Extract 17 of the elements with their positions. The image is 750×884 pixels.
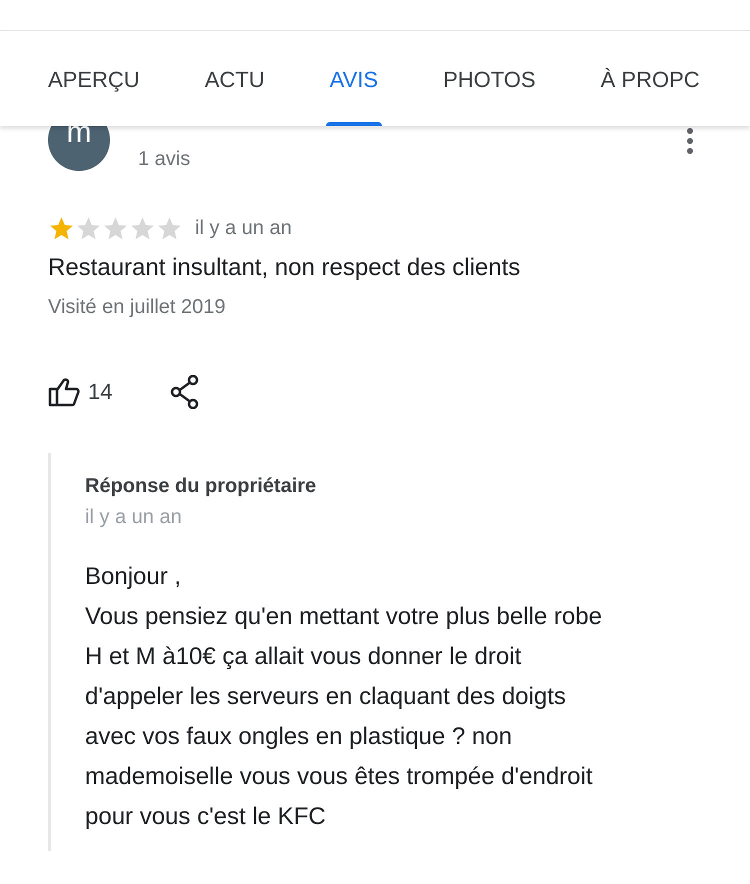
like-count: 14	[88, 379, 112, 405]
like-icon[interactable]	[48, 377, 80, 407]
tab[interactable]: PHOTOS	[443, 31, 536, 126]
more-options-icon[interactable]	[686, 128, 694, 154]
visit-date: Visité en juillet 2019	[48, 296, 227, 319]
share-icon[interactable]	[170, 375, 200, 409]
response-text: Bonjour , Vous pensiez qu'en mettant votre plus belle robe H et M à10€ ça allait vous donner le droit d'appeler les serveurs en claquant des doigts avec vos faux ongles en plastique ? non mademoiselle vous vous êtes trompée d'endroit pour vous c'est le KFC	[85, 562, 603, 832]
review-time: il y a un an	[195, 217, 292, 240]
avatar: m	[48, 126, 110, 171]
tab[interactable]: APERÇU	[48, 31, 140, 126]
response-time: il y a un an	[85, 506, 183, 529]
review-count: 1 avis	[138, 148, 190, 171]
tab[interactable]: AVIS	[330, 31, 378, 126]
review-text: Restaurant insultant, non respect des clients	[48, 254, 522, 282]
response-title: Réponse du propriétaire	[85, 475, 318, 498]
tab[interactable]: ACTU	[204, 31, 265, 126]
tab[interactable]: À PROPC	[600, 31, 700, 126]
